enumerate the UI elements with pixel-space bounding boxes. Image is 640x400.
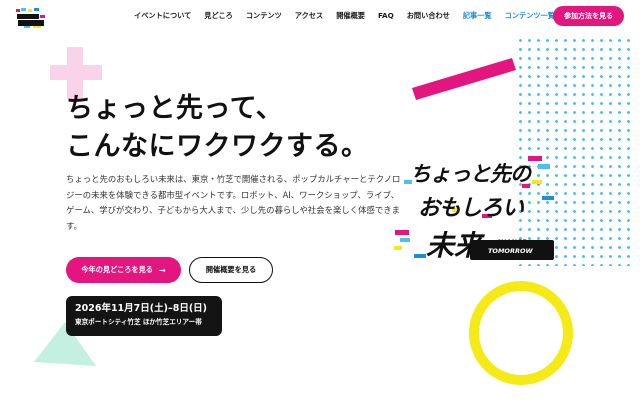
overview-button-label: 開催概要を見る — [205, 265, 257, 274]
nav-item-articles[interactable]: 記事一覧 — [463, 11, 492, 21]
nav-item-faq[interactable]: FAQ — [378, 11, 394, 21]
logo-tag-tomorrow: TOMORROW — [488, 247, 533, 255]
pink-stripe-decoration — [412, 58, 516, 100]
arrow-right-icon: → — [158, 265, 166, 275]
headline-line-1: ちょっと先って、 — [66, 93, 284, 124]
nav-item-content-list[interactable]: コンテンツ一覧 — [505, 11, 555, 21]
event-date: 2026年11月7日(土)–8日(日) — [75, 303, 207, 314]
site-logo[interactable] — [14, 6, 48, 30]
logo-line-3: 未来 — [426, 229, 483, 262]
logo-line-2: おもしろい — [418, 196, 524, 221]
nav-item-overview[interactable]: 開催概要 — [336, 11, 365, 21]
event-place: 東京ポートシティ竹芝 ほか竹芝エリアー帯 — [75, 318, 202, 326]
event-date-box: 2026年11月7日(土)–8日(日) 東京ポートシティ竹芝 ほか竹芝エリアー帯 — [66, 296, 222, 336]
nav-item-access[interactable]: アクセス — [295, 11, 323, 21]
join-info-button[interactable]: 参加方法を見る — [553, 6, 624, 26]
highlights-button-label: 今年の見どころを見る — [81, 265, 153, 274]
nav-item-contents[interactable]: コンテンツ — [246, 11, 282, 21]
yellow-ring-decoration — [469, 281, 573, 385]
headline-line-2: こんなにワクワクする。 — [64, 128, 370, 166]
hero-description: ちょっと先のおもしろい未来は、東京・竹芝で開催される、ポップカルチャーとテクノロ… — [66, 174, 401, 231]
global-nav: イベントについて 見どころ コンテンツ アクセス 開催概要 FAQ お問い合わせ… — [134, 11, 568, 21]
event-logo: ちょっと先の おもしろい 未来 CHANGE TOMORROW — [392, 150, 558, 275]
logo-line-1: ちょっと先の — [410, 162, 531, 186]
nav-item-about[interactable]: イベントについて — [134, 11, 191, 21]
hero-headline: ちょっと先って、 こんなにワクワクする。 — [64, 90, 370, 166]
highlights-button[interactable]: 今年の見どころを見る → — [66, 257, 181, 283]
overview-button[interactable]: 開催概要を見る — [189, 257, 273, 283]
logo-tag-change: CHANGE — [496, 238, 527, 246]
nav-item-highlights[interactable]: 見どころ — [204, 11, 233, 21]
nav-item-contact[interactable]: お問い合わせ — [407, 11, 450, 21]
